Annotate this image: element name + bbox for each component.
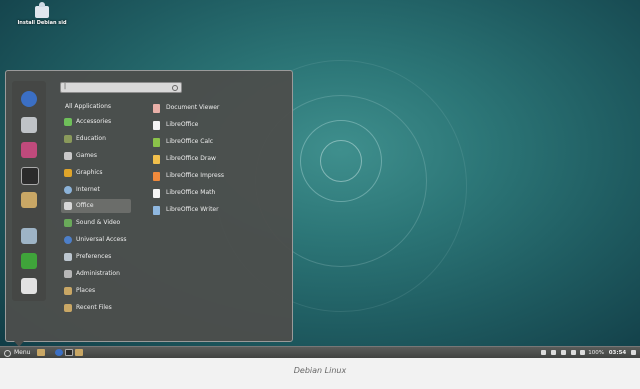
administration-icon	[64, 270, 72, 278]
category-preferences[interactable]: Preferences	[61, 250, 131, 264]
menu-gear-icon	[4, 350, 11, 357]
desktop-icon-label: Install Debian sid	[17, 20, 67, 26]
preferences-icon	[64, 253, 72, 261]
clock[interactable]: 03:54	[609, 350, 627, 356]
libreoffice-calc-icon	[153, 138, 160, 147]
app-label: LibreOffice Writer	[166, 206, 219, 213]
menu-button-label: Menu	[14, 349, 31, 356]
terminal-icon[interactable]	[21, 167, 39, 185]
settings-icon[interactable]	[21, 117, 37, 133]
category-label: Places	[76, 287, 96, 294]
libreoffice-impress-icon	[153, 172, 160, 181]
search-text: |	[64, 83, 67, 90]
app-libreoffice-math[interactable]: LibreOffice Math	[153, 186, 215, 200]
image-caption: Debian Linux	[293, 366, 347, 375]
app-label: LibreOffice Impress	[166, 172, 224, 179]
system-tray: 100% 03:54	[541, 347, 636, 358]
user-icon[interactable]	[551, 350, 556, 355]
app-label: LibreOffice Draw	[166, 155, 216, 162]
universal-access-icon	[64, 236, 72, 244]
games-icon	[64, 152, 72, 160]
category-label: Games	[76, 152, 97, 159]
category-internet[interactable]: Internet	[61, 183, 131, 197]
bottom-panel: Menu 100% 03:54	[0, 346, 640, 358]
app-libreoffice[interactable]: LibreOffice	[153, 118, 198, 132]
internet-icon	[64, 186, 72, 194]
browser-launcher-icon[interactable]	[55, 349, 63, 356]
places-icon	[64, 287, 72, 295]
app-libreoffice-writer[interactable]: LibreOffice Writer	[153, 203, 219, 217]
libreoffice-icon	[153, 121, 160, 130]
installer-icon	[35, 2, 49, 18]
libreoffice-writer-icon	[153, 206, 160, 215]
category-all-applications[interactable]: All Applications	[65, 103, 111, 110]
network-icon[interactable]	[560, 350, 566, 355]
category-label: Administration	[76, 270, 120, 277]
libreoffice-math-icon	[153, 189, 160, 198]
terminal-launcher-icon[interactable]	[65, 349, 73, 356]
favorites-bar	[12, 81, 46, 301]
category-graphics[interactable]: Graphics	[61, 166, 131, 180]
desktop-icon-install[interactable]: Install Debian sid	[14, 2, 70, 26]
category-sound-video[interactable]: Sound & Video	[61, 216, 131, 230]
app-label: Document Viewer	[166, 104, 220, 111]
sound-video-icon	[64, 219, 72, 227]
volume-icon[interactable]	[570, 350, 576, 355]
battery-icon[interactable]	[580, 350, 586, 355]
category-label: Recent Files	[76, 304, 112, 311]
document-viewer-icon	[153, 104, 160, 113]
education-icon	[64, 135, 72, 143]
app-document-viewer[interactable]: Document Viewer	[153, 101, 219, 115]
battery-level: 100%	[588, 350, 604, 356]
logout-icon[interactable]	[21, 253, 37, 269]
folder-launcher-icon[interactable]	[75, 349, 83, 356]
display-icon[interactable]	[21, 228, 37, 244]
files-launcher-icon[interactable]	[37, 349, 45, 356]
menu-button[interactable]: Menu	[4, 347, 30, 358]
category-accessories[interactable]: Accessories	[61, 115, 131, 129]
category-label: Education	[76, 135, 106, 142]
category-games[interactable]: Games	[61, 149, 131, 163]
category-label: Accessories	[76, 118, 112, 125]
category-recent-files[interactable]: Recent Files	[61, 301, 131, 315]
category-label: Internet	[76, 186, 100, 193]
category-places[interactable]: Places	[61, 284, 131, 298]
category-education[interactable]: Education	[61, 132, 131, 146]
search-input[interactable]: |	[60, 82, 182, 93]
app-libreoffice-impress[interactable]: LibreOffice Impress	[153, 169, 224, 183]
libreoffice-draw-icon	[153, 155, 160, 164]
app-libreoffice-draw[interactable]: LibreOffice Draw	[153, 152, 216, 166]
desktop: Install Debian sid | All Applications Ac…	[0, 0, 640, 358]
category-administration[interactable]: Administration	[61, 267, 131, 281]
app-label: LibreOffice	[166, 121, 199, 128]
keyboard-icon[interactable]	[541, 350, 547, 355]
accessories-icon	[64, 118, 72, 126]
software-icon[interactable]	[21, 142, 37, 158]
application-menu: | All Applications Accessories Education…	[5, 70, 293, 347]
category-label: Sound & Video	[76, 219, 121, 226]
lock-icon[interactable]	[21, 278, 37, 294]
search-icon	[172, 85, 178, 91]
graphics-icon	[64, 169, 72, 177]
recent-files-icon	[64, 304, 72, 312]
category-label: Preferences	[76, 253, 112, 260]
files-icon[interactable]	[21, 192, 37, 208]
category-office[interactable]: Office	[61, 199, 131, 213]
web-browser-icon[interactable]	[21, 91, 37, 107]
app-libreoffice-calc[interactable]: LibreOffice Calc	[153, 135, 213, 149]
category-label: Universal Access	[76, 236, 127, 243]
app-label: LibreOffice Math	[166, 189, 216, 196]
category-universal-access[interactable]: Universal Access	[61, 233, 131, 247]
app-label: LibreOffice Calc	[166, 138, 214, 145]
category-label: Office	[76, 202, 94, 209]
office-icon	[64, 202, 72, 210]
show-desktop-icon[interactable]	[631, 350, 636, 355]
category-label: Graphics	[76, 169, 103, 176]
